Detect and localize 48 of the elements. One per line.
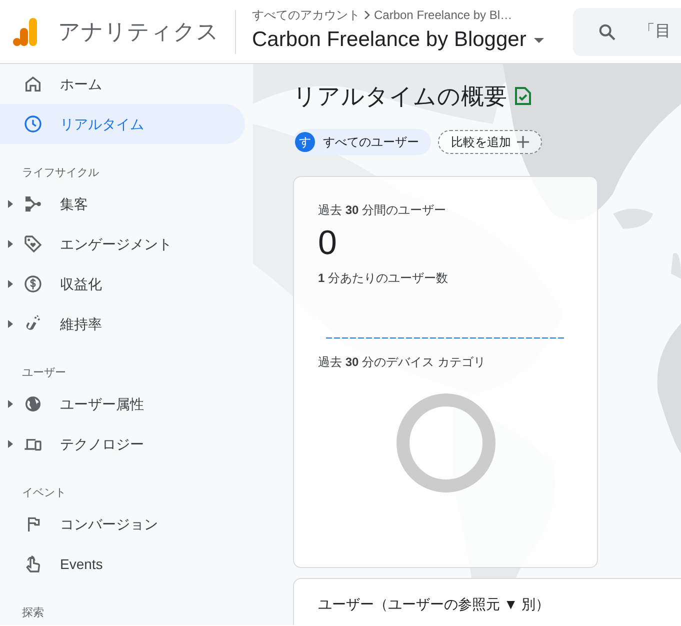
chip-label: すべてのユーザー [323,134,419,151]
avatar: す [295,132,315,152]
section-label: 探索 [22,607,44,619]
expand-arrow-icon[interactable] [8,320,13,328]
caret-icon [534,38,544,42]
expand-arrow-icon[interactable] [8,280,13,288]
globe-icon [23,394,43,414]
add-comparison-button[interactable]: 比較を追加 [438,130,542,154]
expand-arrow-icon[interactable] [8,440,13,448]
nav-item[interactable]: 集客 [0,184,245,224]
expand-arrow-icon[interactable] [8,400,13,408]
dollar-icon [23,274,43,294]
nav-item[interactable]: コンバージョン [0,504,245,544]
nav-item[interactable]: エンゲージメント [0,224,245,264]
home-icon [23,74,43,94]
nav-item[interactable]: Events [0,544,245,584]
section-label: イベント [22,487,66,499]
plus-icon [517,136,529,148]
document-check-icon [515,87,531,105]
card-title: 過去 30 分のデバイス カテゴリ [318,354,486,371]
breadcrumb-link[interactable]: すべてのアカウント [252,6,360,24]
user-count: 0 [318,223,338,263]
product-name: アナリティクス [58,18,219,46]
nav-item[interactable]: 収益化 [0,264,245,304]
analytics-logo-icon [12,18,38,46]
branch-icon [23,194,43,214]
segment-chip[interactable]: す すべてのユーザー [293,129,431,155]
nav-item[interactable]: 維持率 [0,304,245,344]
breadcrumb-link[interactable]: Carbon Freelance by Bl… [374,6,512,24]
touch-icon [23,554,43,574]
section-label: ライフサイクル [22,167,99,179]
nav-item[interactable]: ホーム [0,64,245,104]
section-label: ユーザー [22,367,66,379]
card-title: ユーザー（ユーザーの参照元 ▼ 別） [318,597,551,611]
chevron-right-icon [364,11,370,20]
nav-item[interactable]: テクノロジー [0,424,245,464]
expand-arrow-icon[interactable] [8,240,13,248]
expand-arrow-icon[interactable] [8,200,13,208]
nav-item[interactable]: ユーザー属性 [0,384,245,424]
tag-icon [23,234,43,254]
nav-item[interactable]: リアルタイム [0,104,245,144]
search-field[interactable]: 「目 [573,8,681,56]
page-title: リアルタイムの概要 [293,82,507,111]
chart-subtitle: 1 分あたりのユーザー数 [318,270,450,287]
search-icon [597,22,617,42]
property-selector[interactable]: Carbon Freelance by Blogger [252,24,567,56]
clock-icon [23,114,43,134]
card-title: 過去 30 分間のユーザー [318,202,448,219]
